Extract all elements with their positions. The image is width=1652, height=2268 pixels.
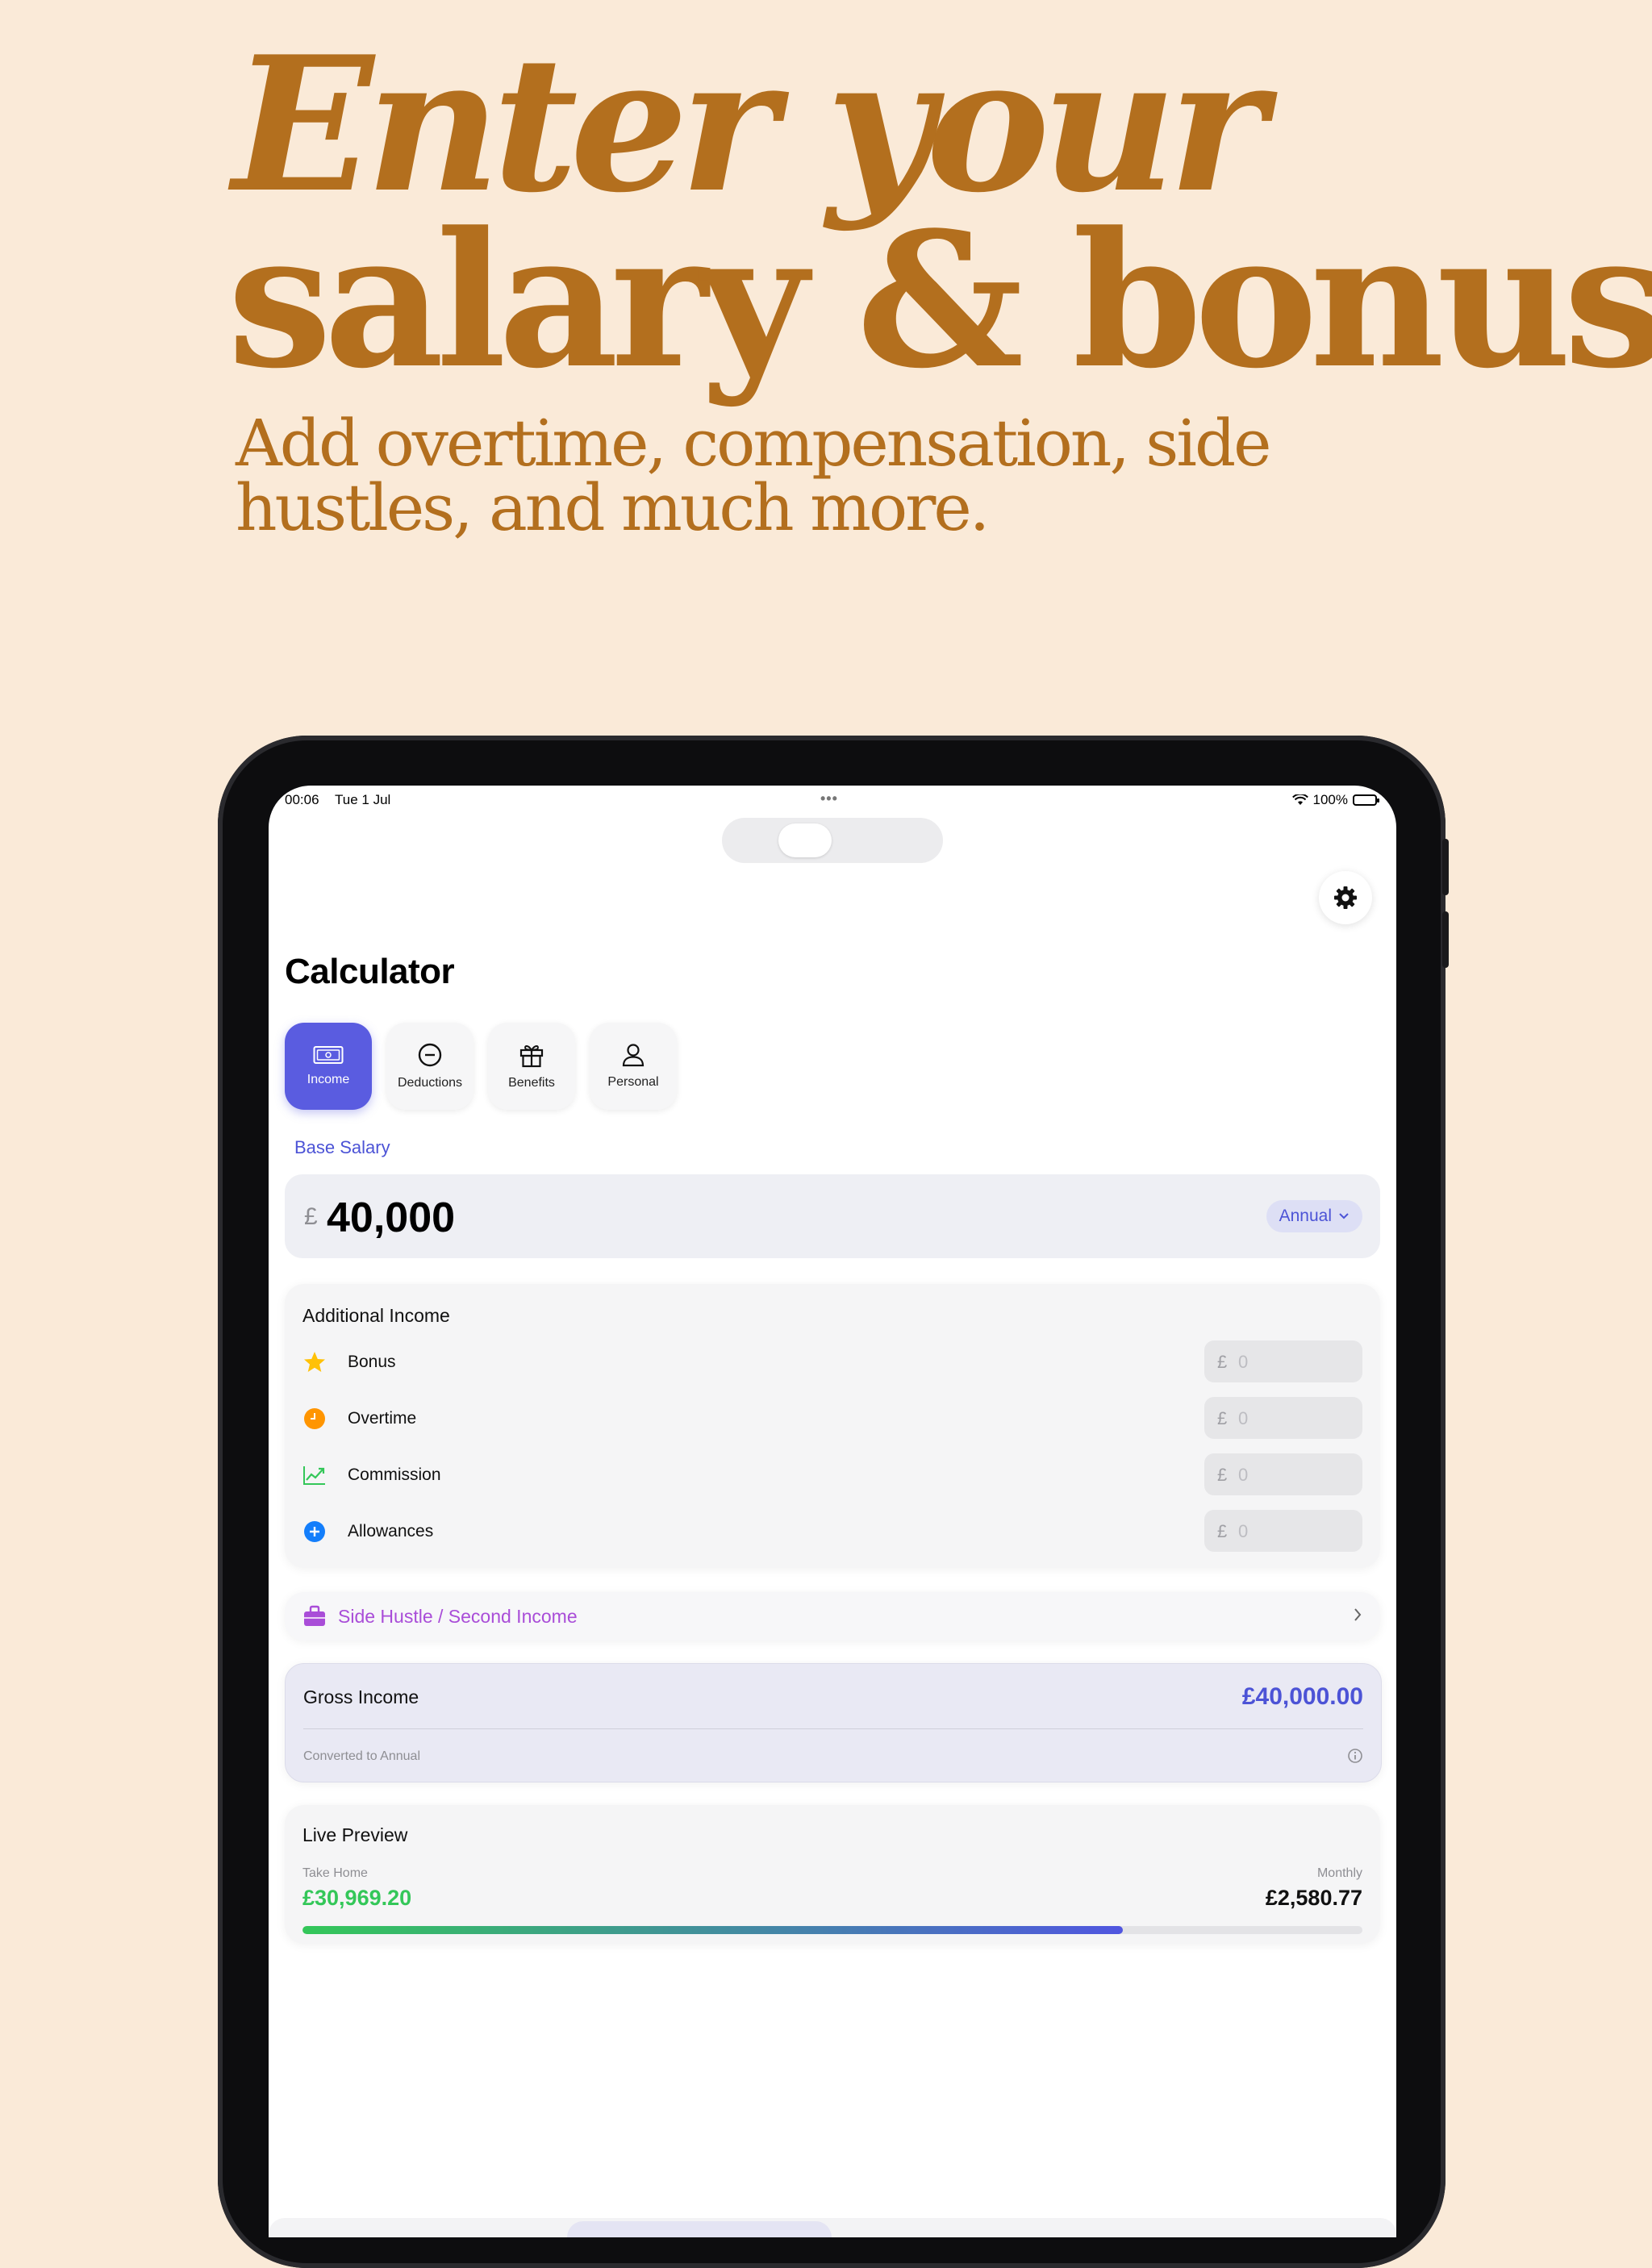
chevron-right-icon <box>1354 1608 1362 1621</box>
plus-circle-icon <box>302 1520 327 1544</box>
battery-percent: 100% <box>1312 792 1348 807</box>
base-salary-label: Base Salary <box>294 1137 390 1157</box>
take-home-value: £30,969.20 <box>302 1886 412 1910</box>
period-label: Annual <box>1279 1207 1332 1225</box>
tab-personal-label: Personal <box>607 1075 659 1089</box>
star-icon <box>302 1350 327 1374</box>
monthly-label: Monthly <box>1316 1866 1362 1880</box>
category-tabs: Income Deductions Benefits Personal <box>285 1023 677 1110</box>
person-icon <box>622 1044 645 1067</box>
bottom-tab-bar <box>269 2218 1396 2237</box>
multitasking-dots-icon[interactable]: ••• <box>820 790 838 807</box>
tab-bar-selected-item[interactable] <box>567 2221 832 2237</box>
subheadline: Add overtime, compensation, side hustles… <box>236 411 1365 540</box>
status-date: Tue 1 Jul <box>335 792 391 807</box>
gross-income-note: Converted to Annual <box>303 1749 420 1763</box>
segment-knob[interactable] <box>778 823 832 857</box>
currency-symbol: £ <box>1217 1408 1228 1428</box>
status-right: 100% <box>1291 792 1379 808</box>
gross-income-value: £40,000.00 <box>1241 1683 1363 1710</box>
window-segmented-control[interactable] <box>722 818 943 863</box>
monthly-value: £2,580.77 <box>1265 1886 1362 1910</box>
headline-line-2: salary & bonus <box>227 192 1652 410</box>
additional-income-card: Additional Income Bonus £ 0 Overtime £ 0 <box>285 1284 1380 1568</box>
briefcase-icon <box>304 1605 325 1626</box>
tab-personal[interactable]: Personal <box>590 1023 677 1110</box>
minus-circle-icon <box>418 1043 442 1067</box>
bonus-input[interactable]: £ 0 <box>1204 1340 1362 1382</box>
income-row-bonus: Bonus £ 0 <box>302 1340 1362 1382</box>
currency-symbol: £ <box>304 1203 318 1230</box>
gear-icon <box>1334 886 1357 909</box>
bonus-label: Bonus <box>348 1353 396 1371</box>
overtime-placeholder: 0 <box>1238 1408 1249 1428</box>
tab-benefits[interactable]: Benefits <box>488 1023 575 1110</box>
income-row-overtime: Overtime £ 0 <box>302 1397 1362 1439</box>
income-row-commission: Commission £ 0 <box>302 1453 1362 1495</box>
base-salary-amount[interactable]: 40,000 <box>327 1194 455 1242</box>
overtime-input[interactable]: £ 0 <box>1204 1397 1362 1439</box>
gross-income-label: Gross Income <box>303 1686 419 1707</box>
volume-button <box>1442 839 1449 895</box>
subheadline-line-2: hustles, and much more. <box>236 470 990 545</box>
currency-symbol: £ <box>1217 1521 1228 1541</box>
commission-label: Commission <box>348 1465 441 1484</box>
overtime-label: Overtime <box>348 1409 417 1428</box>
side-hustle-label: Side Hustle / Second Income <box>338 1606 578 1627</box>
allowances-input[interactable]: £ 0 <box>1204 1510 1362 1552</box>
allowances-placeholder: 0 <box>1238 1521 1249 1541</box>
battery-icon <box>1353 794 1379 806</box>
subheadline-line-1: Add overtime, compensation, side <box>236 406 1272 481</box>
take-home-progress-bar <box>302 1926 1362 1934</box>
chevron-down-icon <box>1339 1213 1349 1219</box>
divider <box>303 1728 1363 1729</box>
bonus-placeholder: 0 <box>1238 1352 1249 1372</box>
live-preview-title: Live Preview <box>302 1824 408 1845</box>
side-hustle-row[interactable]: Side Hustle / Second Income <box>285 1592 1380 1641</box>
gross-income-card: Gross Income £40,000.00 Converted to Ann… <box>285 1663 1382 1782</box>
income-row-allowances: Allowances £ 0 <box>302 1510 1362 1552</box>
wifi-icon <box>1291 794 1308 805</box>
period-dropdown[interactable]: Annual <box>1266 1200 1362 1232</box>
tab-deductions[interactable]: Deductions <box>386 1023 473 1110</box>
app-screen: 00:06 Tue 1 Jul ••• 100% Calculator Inco… <box>269 786 1396 2237</box>
allowances-label: Allowances <box>348 1522 434 1540</box>
tab-deductions-label: Deductions <box>397 1076 463 1090</box>
headline-line-1: Enter your <box>232 16 1266 234</box>
additional-income-title: Additional Income <box>302 1305 450 1326</box>
currency-symbol: £ <box>1217 1465 1228 1485</box>
clock-icon <box>302 1407 327 1431</box>
volume-button <box>1442 911 1449 968</box>
info-icon[interactable] <box>1347 1748 1363 1764</box>
settings-button[interactable] <box>1319 871 1372 924</box>
currency-symbol: £ <box>1217 1352 1228 1372</box>
tab-income-label: Income <box>307 1073 350 1086</box>
progress-fill <box>302 1926 1124 1934</box>
commission-placeholder: 0 <box>1238 1465 1249 1485</box>
live-preview-card: Live Preview Take Home £30,969.20 Monthl… <box>285 1805 1380 1944</box>
tab-benefits-label: Benefits <box>508 1076 555 1090</box>
gift-icon <box>519 1045 544 1068</box>
status-bar: 00:06 Tue 1 Jul ••• 100% <box>269 790 1396 811</box>
tab-income[interactable]: Income <box>285 1023 372 1110</box>
chart-up-icon <box>302 1463 327 1487</box>
commission-input[interactable]: £ 0 <box>1204 1453 1362 1495</box>
page-title: Calculator <box>285 952 455 991</box>
base-salary-input[interactable]: £ 40,000 Annual <box>285 1174 1380 1258</box>
banknote-icon <box>313 1046 344 1064</box>
status-time: 00:06 <box>285 792 319 807</box>
take-home-label: Take Home <box>302 1866 368 1880</box>
